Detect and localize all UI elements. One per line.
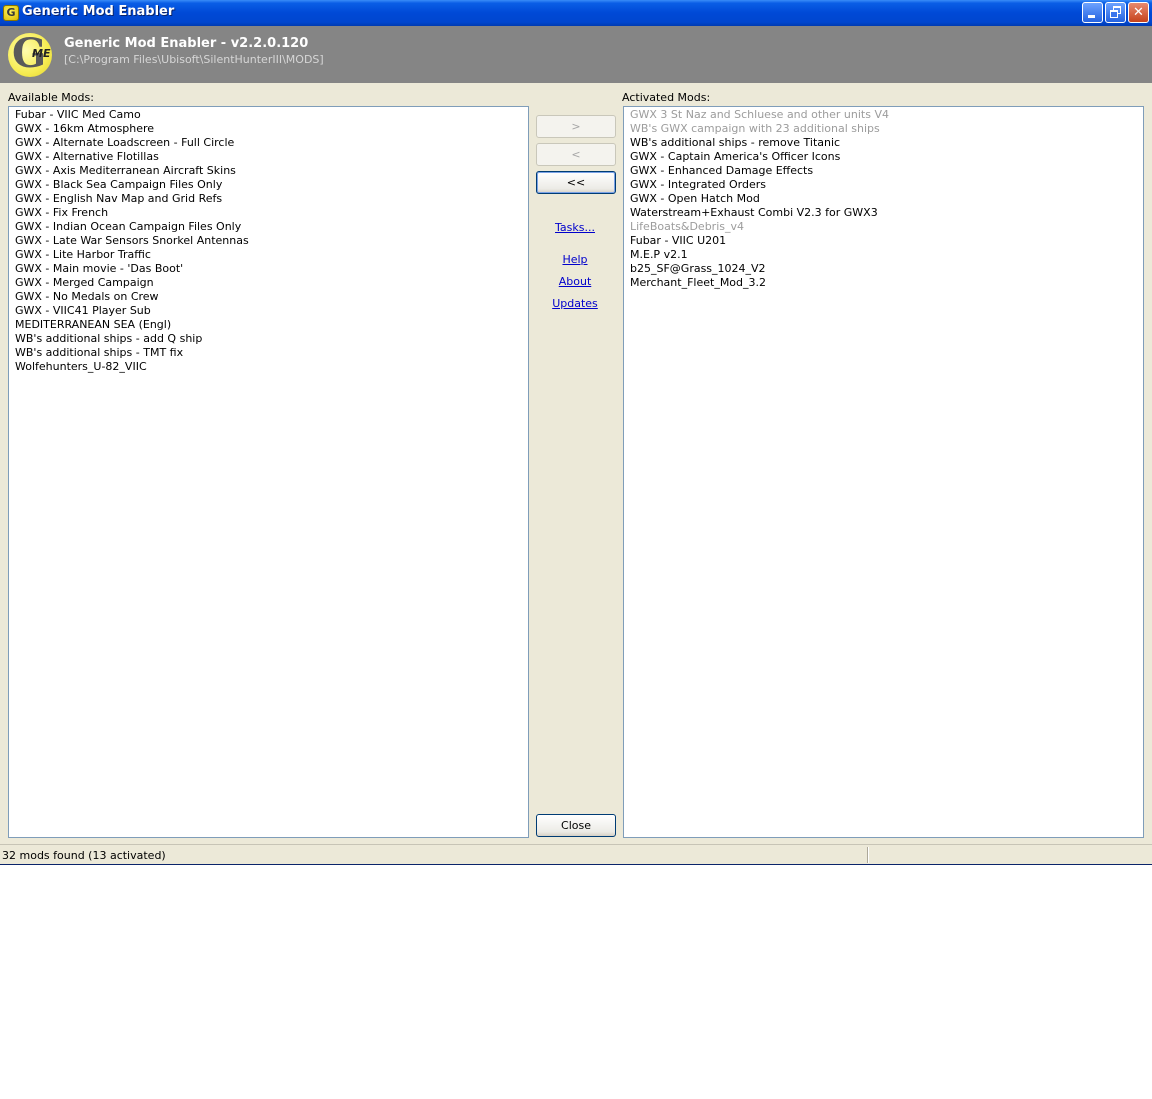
help-link[interactable]: Help — [535, 253, 615, 266]
available-mod-item[interactable]: GWX - Lite Harbor Traffic — [9, 248, 528, 262]
available-mod-item[interactable]: GWX - 16km Atmosphere — [9, 122, 528, 136]
available-mod-item[interactable]: GWX - Axis Mediterranean Aircraft Skins — [9, 164, 528, 178]
activated-mod-item[interactable]: b25_SF@Grass_1024_V2 — [624, 262, 1143, 276]
app-window: G Generic Mod Enabler ✕ G ME Generic Mod… — [0, 0, 1152, 865]
available-mod-item[interactable]: GWX - Fix French — [9, 206, 528, 220]
activated-mod-item[interactable]: M.E.P v2.1 — [624, 248, 1143, 262]
activated-mod-item[interactable]: Fubar - VIIC U201 — [624, 234, 1143, 248]
tasks-link[interactable]: Tasks... — [535, 221, 615, 234]
deactivate-button[interactable]: < — [536, 143, 616, 166]
available-mods-list[interactable]: Fubar - VIIC Med Camo GWX - 16km Atmosphe… — [8, 106, 529, 838]
available-mod-item[interactable]: GWX - English Nav Map and Grid Refs — [9, 192, 528, 206]
updates-link[interactable]: Updates — [535, 297, 615, 310]
activated-mod-item[interactable]: Waterstream+Exhaust Combi V2.3 for GWX3 — [624, 206, 1143, 220]
available-mod-item[interactable]: GWX - Alternative Flotillas — [9, 150, 528, 164]
mods-folder-path: [C:\Program Files\Ubisoft\SilentHunterII… — [64, 53, 324, 66]
available-mod-item[interactable]: GWX - Alternate Loadscreen - Full Circle — [9, 136, 528, 150]
activated-mod-item[interactable]: WB's GWX campaign with 23 additional shi… — [624, 122, 1143, 136]
status-text: 32 mods found (13 activated) — [2, 849, 166, 862]
available-mods-label: Available Mods: — [8, 91, 94, 104]
available-mod-item[interactable]: GWX - VIIC41 Player Sub — [9, 304, 528, 318]
activated-mod-item[interactable]: LifeBoats&Debris_v4 — [624, 220, 1143, 234]
close-window-button[interactable]: ✕ — [1128, 2, 1149, 23]
available-mod-item[interactable]: GWX - Merged Campaign — [9, 276, 528, 290]
app-version-title: Generic Mod Enabler - v2.2.0.120 — [64, 36, 309, 51]
activated-mod-item[interactable]: WB's additional ships - remove Titanic — [624, 136, 1143, 150]
restore-button[interactable] — [1105, 2, 1126, 23]
available-mod-item[interactable]: GWX - Late War Sensors Snorkel Antennas — [9, 234, 528, 248]
app-icon[interactable]: G — [3, 5, 19, 21]
activated-mods-label: Activated Mods: — [622, 91, 711, 104]
activate-button[interactable]: > — [536, 115, 616, 138]
available-mod-item[interactable]: MEDITERRANEAN SEA (Engl) — [9, 318, 528, 332]
status-separator — [867, 847, 869, 863]
header-banner: G ME Generic Mod Enabler - v2.2.0.120 [C… — [0, 26, 1152, 83]
available-mod-item[interactable]: GWX - No Medals on Crew — [9, 290, 528, 304]
activated-mod-item[interactable]: GWX - Captain America's Officer Icons — [624, 150, 1143, 164]
window-title: Generic Mod Enabler — [22, 4, 175, 19]
close-icon: ✕ — [1133, 5, 1144, 20]
minimize-button[interactable] — [1082, 2, 1103, 23]
available-mod-item[interactable]: GWX - Indian Ocean Campaign Files Only — [9, 220, 528, 234]
close-button[interactable]: Close — [536, 814, 616, 837]
activated-mod-item[interactable]: GWX 3 St Naz and Schluese and other unit… — [624, 108, 1143, 122]
minimize-icon — [1088, 15, 1095, 18]
gme-logo: G ME — [8, 30, 52, 77]
available-mod-item[interactable]: Wolfehunters_U-82_VIIC — [9, 360, 528, 374]
activated-mod-item[interactable]: Merchant_Fleet_Mod_3.2 — [624, 276, 1143, 290]
about-link[interactable]: About — [535, 275, 615, 288]
available-mod-item[interactable]: GWX - Main movie - 'Das Boot' — [9, 262, 528, 276]
title-bar[interactable]: G Generic Mod Enabler ✕ — [0, 0, 1152, 26]
available-mod-item[interactable]: WB's additional ships - add Q ship — [9, 332, 528, 346]
activated-mod-item[interactable]: GWX - Enhanced Damage Effects — [624, 164, 1143, 178]
available-mod-item[interactable]: WB's additional ships - TMT fix — [9, 346, 528, 360]
status-bar: 32 mods found (13 activated) — [0, 844, 1152, 864]
activated-mods-list[interactable]: GWX 3 St Naz and Schluese and other unit… — [623, 106, 1144, 838]
activated-mod-item[interactable]: GWX - Open Hatch Mod — [624, 192, 1143, 206]
available-mod-item[interactable]: GWX - Black Sea Campaign Files Only — [9, 178, 528, 192]
deactivate-all-button[interactable]: << — [536, 171, 616, 194]
activated-mod-item[interactable]: GWX - Integrated Orders — [624, 178, 1143, 192]
available-mod-item[interactable]: Fubar - VIIC Med Camo — [9, 108, 528, 122]
